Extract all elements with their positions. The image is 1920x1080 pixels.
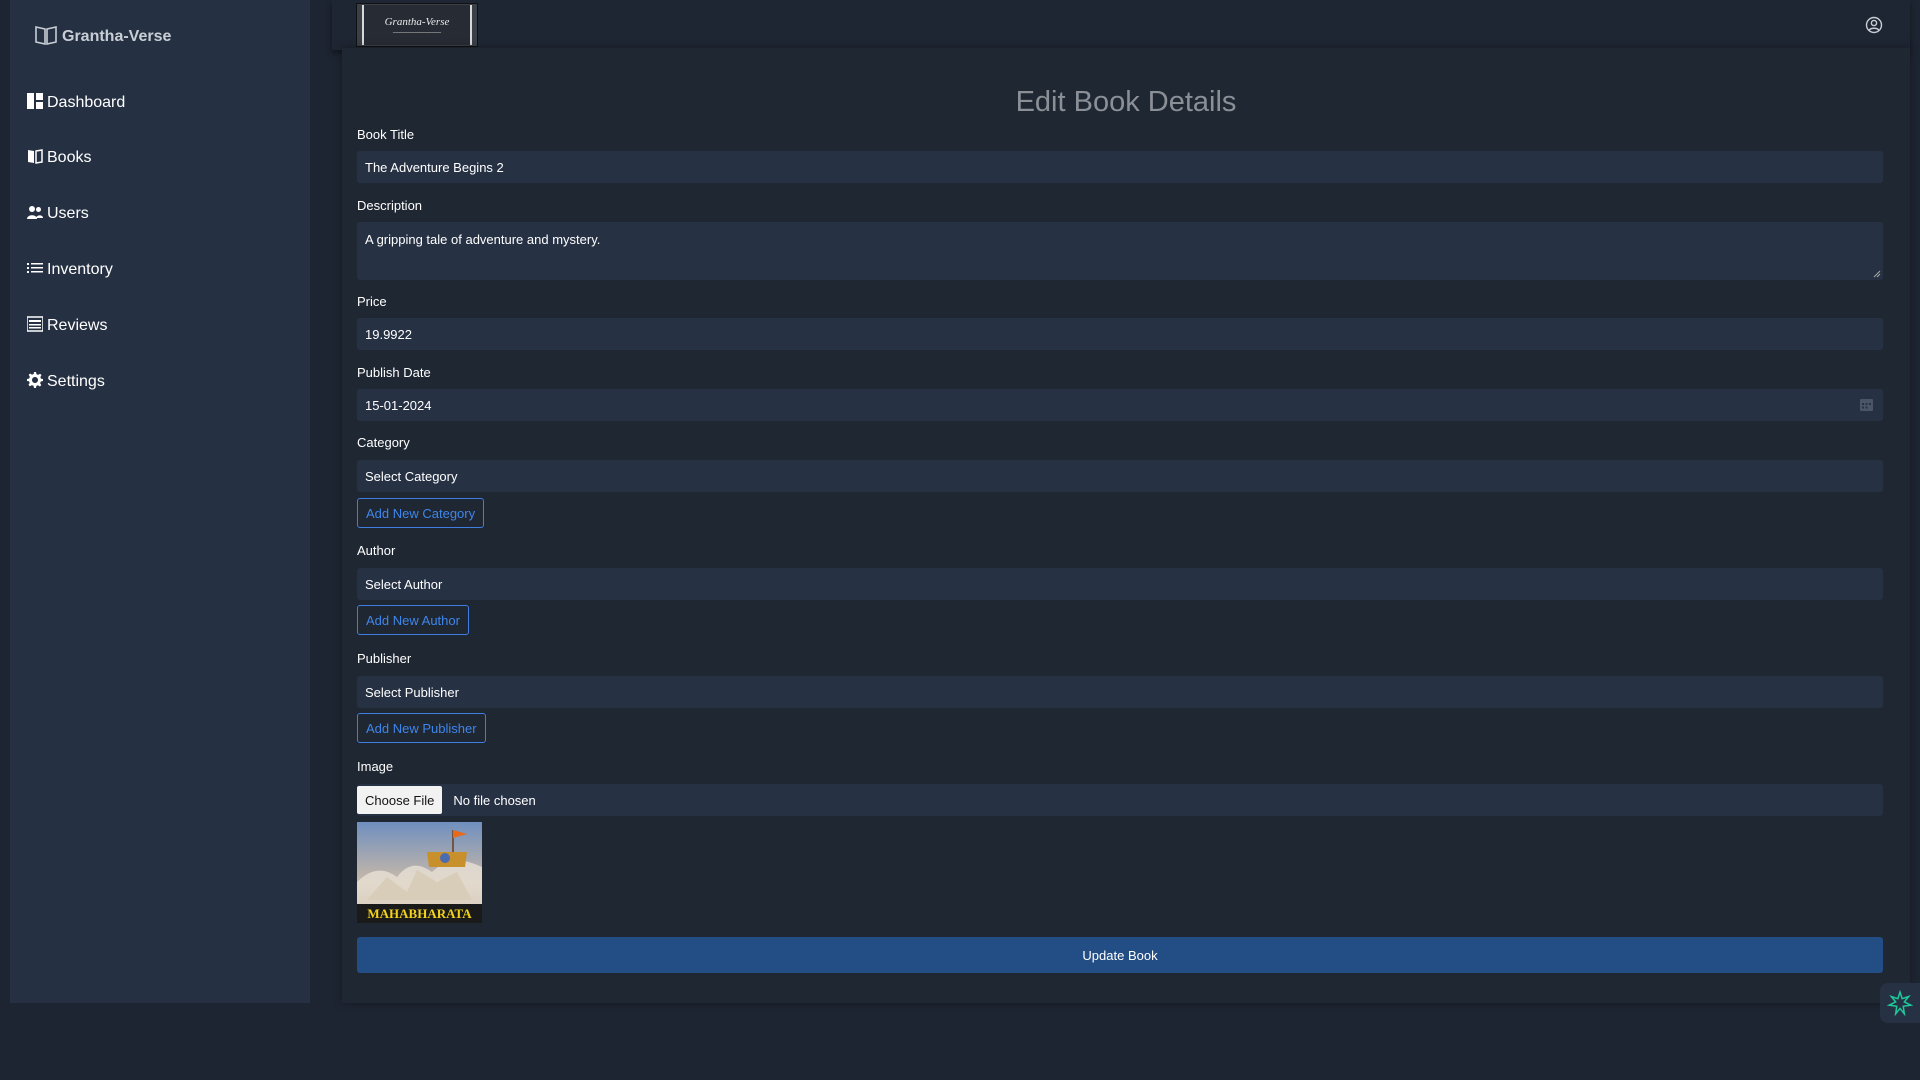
category-label: Category (357, 435, 410, 450)
publish-date-input[interactable]: 15-01-2024 (357, 389, 1883, 421)
description-textarea[interactable]: A gripping tale of adventure and mystery… (357, 222, 1883, 280)
book-title-value: The Adventure Begins 2 (365, 159, 504, 175)
add-publisher-button[interactable]: Add New Publisher (357, 713, 486, 743)
dashboard-icon (27, 92, 43, 114)
publisher-label: Publisher (357, 651, 412, 666)
publish-date-value: 15-01-2024 (365, 397, 432, 413)
publish-date-label: Publish Date (357, 365, 431, 380)
site-logo[interactable]: Grantha-Verse ━━━━━━━━━━━━━━━━━━━━ (356, 3, 478, 47)
sidebar-item-label: Inventory (47, 261, 113, 278)
sidebar-item-label: Dashboard (47, 94, 126, 111)
edit-book-card (342, 48, 1910, 1003)
description-value: A gripping tale of adventure and mystery… (365, 232, 601, 247)
brand-name: Grantha-Verse (62, 28, 172, 45)
user-circle-icon[interactable] (1865, 16, 1883, 34)
sidebar-item-label: Books (47, 149, 92, 166)
author-label: Author (357, 543, 396, 558)
logo-tagline: ━━━━━━━━━━━━━━━━━━━━ (392, 29, 442, 35)
sidebar-item-settings[interactable]: Settings (27, 369, 297, 395)
choose-file-button[interactable]: Choose File (357, 786, 443, 814)
book-title-input[interactable]: The Adventure Begins 2 (357, 151, 1883, 183)
publisher-selected-value: Select Publisher (365, 684, 459, 700)
category-select[interactable]: Select Category (357, 460, 1883, 492)
sidebar-item-label: Settings (47, 373, 105, 390)
sidebar-item-books[interactable]: Books (27, 145, 297, 171)
price-value: 19.9922 (365, 326, 412, 342)
image-label: Image (357, 759, 394, 774)
price-input[interactable]: 19.9922 (357, 318, 1883, 350)
add-category-button[interactable]: Add New Category (357, 498, 485, 528)
sidebar-item-reviews[interactable]: Reviews (26, 313, 297, 339)
assistant-button[interactable] (1880, 983, 1920, 1023)
description-label: Description (357, 198, 423, 213)
book-icon (27, 148, 43, 169)
sidebar-item-label: Users (47, 205, 89, 222)
update-book-button[interactable]: Update Book (357, 937, 1883, 973)
add-author-button[interactable]: Add New Author (357, 605, 469, 635)
page-title: Edit Book Details (1015, 86, 1237, 118)
sidebar-item-dashboard[interactable]: Dashboard (27, 90, 297, 116)
brand[interactable]: Grantha-Verse (34, 25, 171, 49)
users-icon (27, 204, 43, 225)
publisher-select[interactable]: Select Publisher (357, 676, 1883, 708)
book-cover-thumbnail: MAHABHARATA (357, 822, 482, 923)
sidebar-item-inventory[interactable]: Inventory (27, 257, 297, 283)
open-book-icon (34, 24, 58, 51)
top-bar: Grantha-Verse ━━━━━━━━━━━━━━━━━━━━ (332, 0, 1910, 50)
author-selected-value: Select Author (365, 576, 443, 592)
reviews-icon (26, 315, 44, 337)
sidebar: Grantha-Verse Dashboard Books Users Inve… (10, 0, 310, 1003)
resize-handle-icon[interactable] (1873, 270, 1881, 278)
price-label: Price (357, 294, 387, 309)
list-icon (27, 260, 43, 281)
file-status: No file chosen (453, 792, 536, 808)
calendar-icon[interactable] (1860, 398, 1873, 411)
category-selected-value: Select Category (365, 468, 458, 484)
book-title-label: Book Title (357, 127, 415, 142)
logo-title: Grantha-Verse (384, 15, 450, 28)
sidebar-item-users[interactable]: Users (27, 201, 297, 227)
sidebar-item-label: Reviews (47, 317, 108, 334)
cover-title: MAHABHARATA (367, 906, 472, 921)
author-select[interactable]: Select Author (357, 568, 1883, 600)
gear-icon (27, 371, 43, 393)
assistant-icon (1887, 990, 1913, 1016)
image-file-input[interactable]: Choose File No file chosen (357, 784, 1883, 816)
